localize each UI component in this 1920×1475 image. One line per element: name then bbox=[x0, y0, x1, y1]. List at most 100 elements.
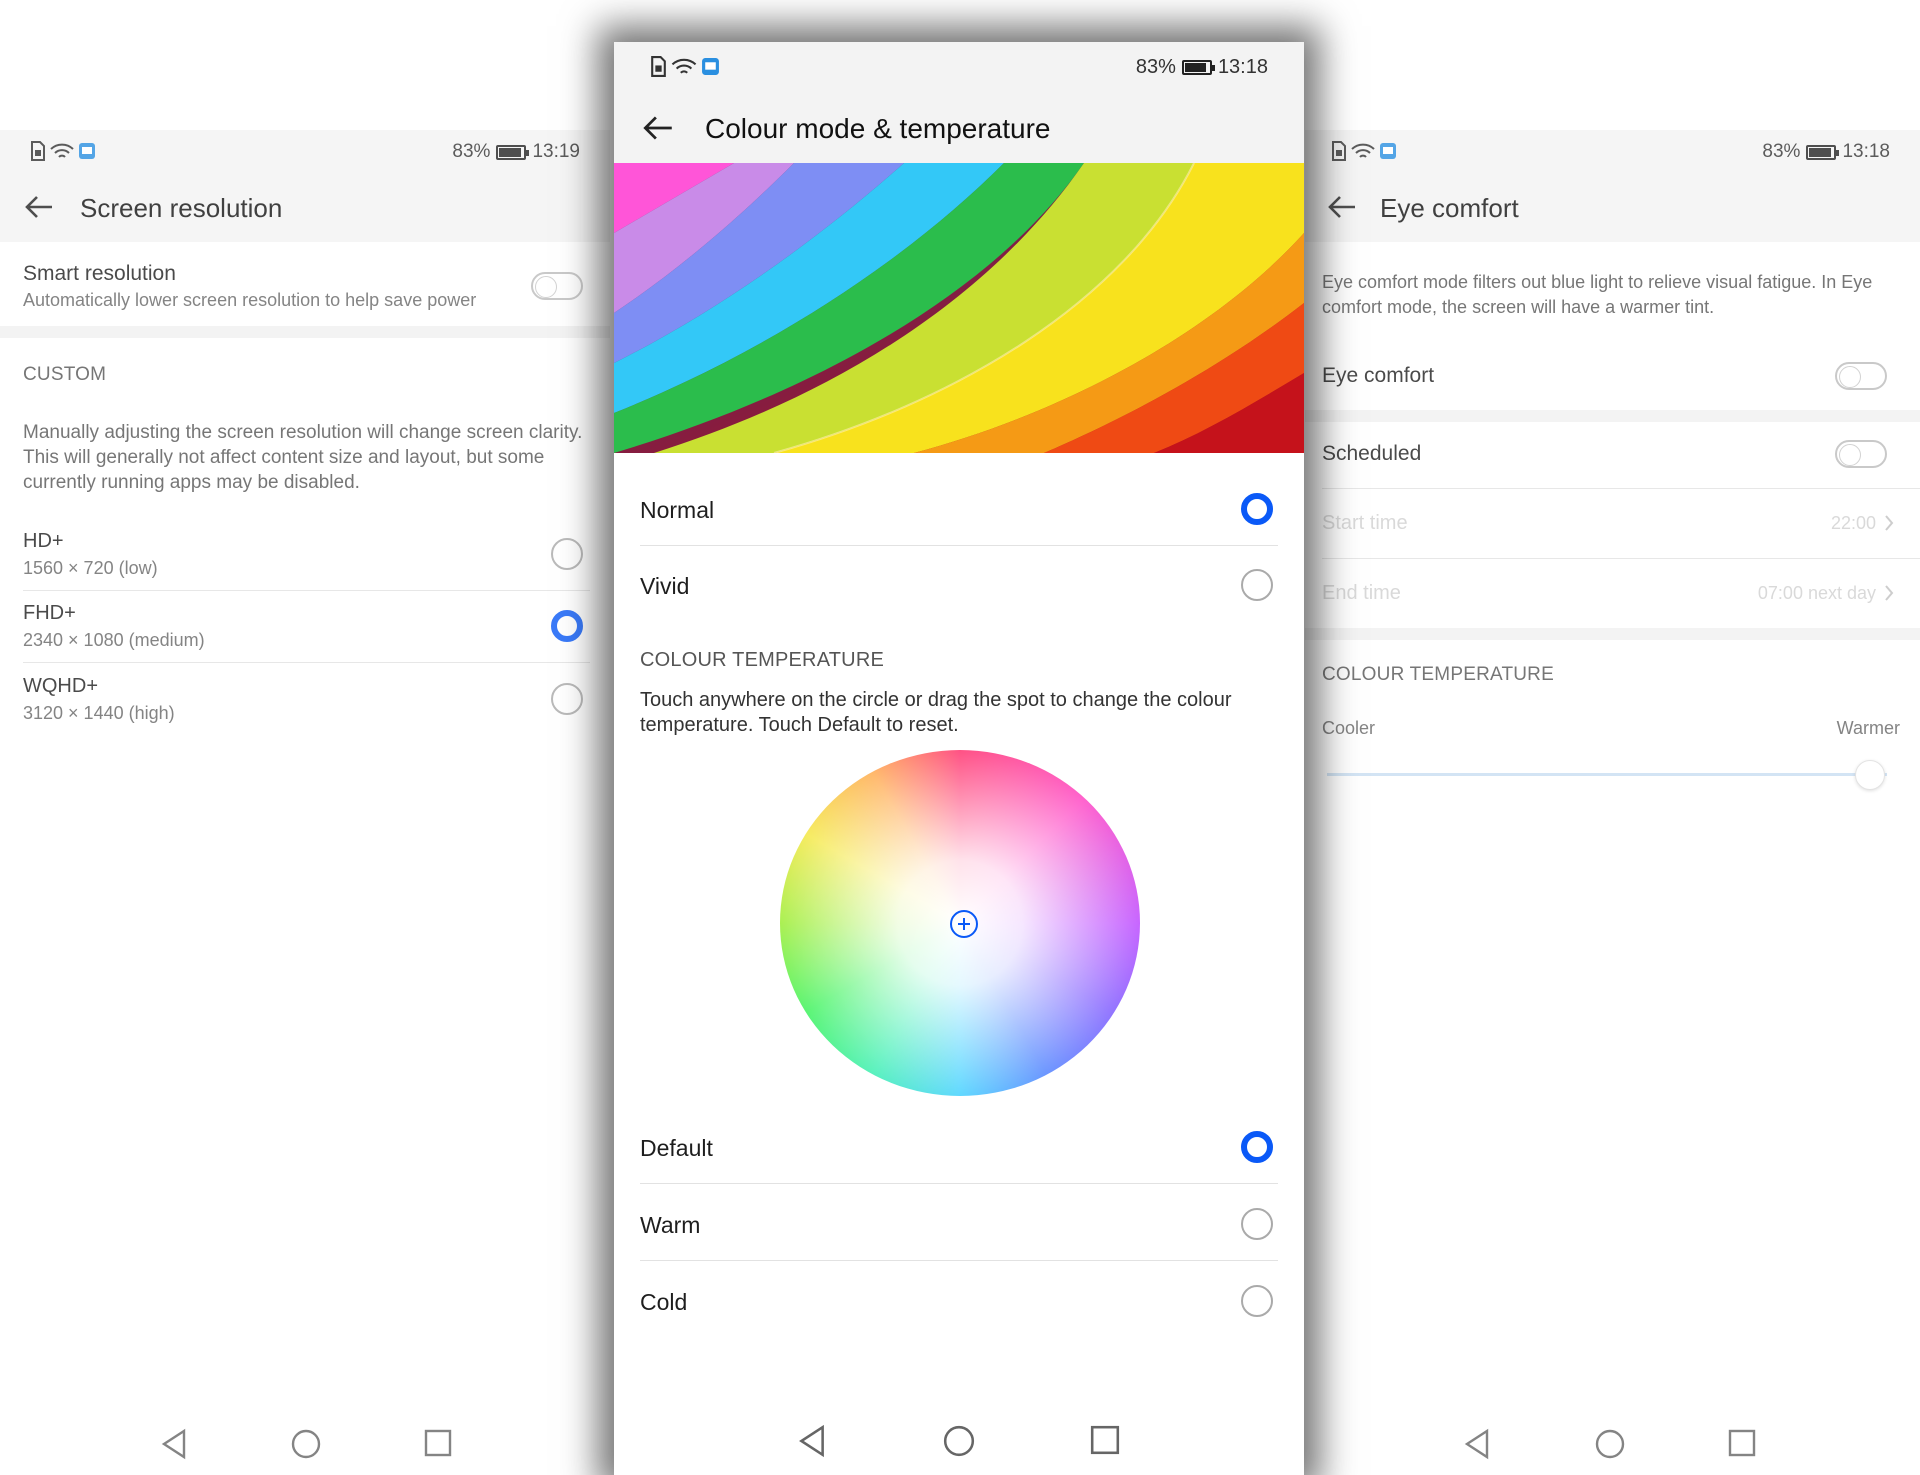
temp-label: Warm bbox=[640, 1212, 701, 1238]
custom-description: Manually adjusting the screen resolution… bbox=[23, 422, 583, 493]
sim-icon bbox=[31, 141, 45, 161]
status-icons bbox=[30, 141, 96, 161]
cooler-label: Cooler bbox=[1322, 718, 1376, 738]
temperature-slider-thumb[interactable] bbox=[1855, 760, 1886, 790]
clock: 13:18 bbox=[1842, 141, 1890, 162]
eye-comfort-toggle[interactable] bbox=[1835, 362, 1887, 390]
scheduled-label: Scheduled bbox=[1322, 442, 1422, 465]
radio-default[interactable] bbox=[1241, 1131, 1273, 1163]
nav-recents-icon[interactable] bbox=[1089, 1424, 1121, 1456]
mode-label: Normal bbox=[640, 497, 715, 523]
option-label: WQHD+ bbox=[23, 675, 98, 697]
wifi-icon bbox=[50, 143, 74, 158]
temp-label: Cold bbox=[640, 1289, 688, 1315]
eye-comfort-description: Eye comfort mode filters out blue light … bbox=[1322, 272, 1873, 317]
nav-back-icon[interactable] bbox=[160, 1428, 188, 1460]
battery-icon bbox=[496, 144, 530, 160]
status-right: 83% 13:18 bbox=[1762, 141, 1890, 163]
radio-warm[interactable] bbox=[1241, 1208, 1273, 1240]
battery-icon bbox=[1806, 144, 1840, 160]
temperature-slider-track[interactable] bbox=[1327, 773, 1887, 776]
end-time-label: End time bbox=[1322, 582, 1401, 604]
navigation-bar bbox=[1305, 1418, 1920, 1475]
nav-home-icon[interactable] bbox=[1594, 1428, 1626, 1460]
divider bbox=[1322, 488, 1920, 489]
option-label: HD+ bbox=[23, 530, 64, 552]
nav-recents-icon[interactable] bbox=[423, 1428, 453, 1458]
chevron-right-icon bbox=[1885, 515, 1894, 531]
wheel-spot-handle[interactable] bbox=[950, 910, 978, 938]
section-header-colour-temperature: COLOUR TEMPERATURE bbox=[1322, 664, 1554, 685]
clock: 13:18 bbox=[1217, 56, 1268, 78]
scheduled-toggle[interactable] bbox=[1835, 440, 1887, 468]
sim-icon bbox=[1332, 141, 1346, 161]
section-gap bbox=[1305, 628, 1920, 640]
navigation-bar bbox=[614, 1414, 1304, 1474]
status-icons bbox=[1331, 141, 1397, 161]
page-title: Eye comfort bbox=[1380, 193, 1519, 223]
radio-fhd[interactable] bbox=[551, 610, 583, 642]
section-gap bbox=[0, 326, 610, 338]
option-label: FHD+ bbox=[23, 602, 76, 624]
back-arrow-icon[interactable] bbox=[1325, 190, 1359, 224]
smart-resolution-toggle[interactable] bbox=[531, 272, 583, 300]
eye-comfort-screen: 83% 13:18 Eye comfort Eye comfort mode f… bbox=[1305, 130, 1920, 1475]
clock: 13:19 bbox=[532, 141, 580, 162]
page-title: Colour mode & temperature bbox=[705, 113, 1051, 144]
navigation-bar bbox=[0, 1418, 610, 1475]
page-title: Screen resolution bbox=[80, 193, 283, 223]
battery-percent: 83% bbox=[452, 141, 491, 162]
battery-percent: 83% bbox=[1135, 56, 1176, 78]
status-right: 83% 13:19 bbox=[452, 141, 580, 163]
wifi-icon bbox=[1351, 143, 1375, 158]
option-detail: 3120 × 1440 (high) bbox=[23, 703, 175, 723]
mode-label: Vivid bbox=[640, 573, 690, 599]
section-gap bbox=[1305, 410, 1920, 422]
wifi-icon bbox=[671, 58, 697, 74]
notification-app-icon bbox=[1380, 143, 1396, 159]
temp-label: Default bbox=[640, 1135, 713, 1161]
start-time-label: Start time bbox=[1322, 512, 1408, 534]
radio-vivid[interactable] bbox=[1241, 569, 1273, 601]
nav-home-icon[interactable] bbox=[290, 1428, 322, 1460]
start-time-value: 22:00 bbox=[1830, 513, 1876, 533]
divider bbox=[640, 1183, 1278, 1184]
divider bbox=[640, 1260, 1278, 1261]
back-arrow-icon[interactable] bbox=[22, 190, 56, 224]
status-bar: 83% 13:18 bbox=[614, 42, 1304, 94]
app-bar: Colour mode & temperature bbox=[614, 94, 1304, 163]
battery-icon bbox=[1181, 60, 1215, 75]
section-header-colour-temperature: COLOUR TEMPERATURE bbox=[640, 649, 885, 671]
screen-resolution-screen: 83% 13:19 Screen resolution Smart resolu… bbox=[0, 130, 610, 1475]
notification-app-icon bbox=[79, 143, 95, 159]
nav-back-icon[interactable] bbox=[797, 1424, 827, 1458]
divider bbox=[640, 545, 1278, 546]
radio-cold[interactable] bbox=[1241, 1285, 1273, 1317]
eye-comfort-label: Eye comfort bbox=[1322, 364, 1435, 387]
status-icons bbox=[650, 56, 720, 77]
battery-percent: 83% bbox=[1762, 141, 1801, 162]
nav-back-icon[interactable] bbox=[1463, 1428, 1491, 1460]
colour-temperature-description: Touch anywhere on the circle or drag the… bbox=[640, 689, 1232, 736]
colour-mode-screen: 83% 13:18 Colour mode & temperature Norm… bbox=[614, 42, 1304, 1475]
back-arrow-icon[interactable] bbox=[640, 110, 676, 146]
nav-home-icon[interactable] bbox=[942, 1424, 976, 1458]
option-detail: 1560 × 720 (low) bbox=[23, 558, 158, 578]
radio-normal[interactable] bbox=[1241, 493, 1273, 525]
status-bar: 83% 13:19 bbox=[0, 130, 610, 176]
nav-recents-icon[interactable] bbox=[1727, 1428, 1757, 1458]
sim-icon bbox=[651, 56, 666, 77]
chevron-right-icon bbox=[1885, 585, 1894, 601]
status-right: 83% 13:18 bbox=[1136, 56, 1268, 79]
smart-resolution-title: Smart resolution bbox=[23, 262, 176, 285]
end-time-value: 07:00 next day bbox=[1757, 583, 1876, 603]
app-bar: Screen resolution bbox=[0, 176, 610, 242]
notification-app-icon bbox=[702, 58, 719, 75]
radio-wqhd[interactable] bbox=[551, 683, 583, 715]
divider bbox=[1322, 558, 1920, 559]
colour-preview-banner bbox=[614, 163, 1304, 453]
divider bbox=[23, 662, 590, 663]
radio-hd[interactable] bbox=[551, 538, 583, 570]
colour-temperature-wheel[interactable] bbox=[780, 750, 1140, 1096]
section-header-custom: CUSTOM bbox=[23, 364, 107, 385]
